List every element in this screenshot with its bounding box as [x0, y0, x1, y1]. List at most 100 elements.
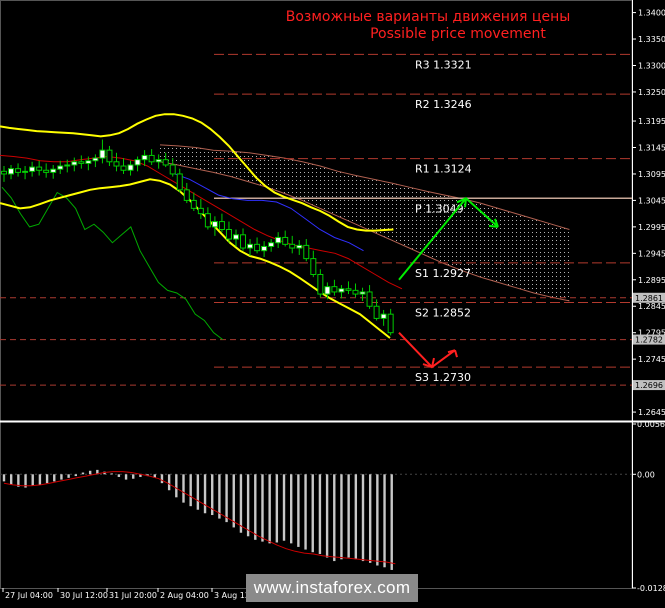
- candle-body: [190, 199, 197, 209]
- price-axis: 1.3400 1.3350 1.3300 1.3250 1.3195 1.3145 1.30…: [632, 9, 665, 593]
- histogram-bar: [189, 474, 192, 507]
- histogram-bar: [124, 474, 128, 480]
- price-tick-label: 1.2745: [638, 355, 665, 364]
- chart-svg: R3 1.3321R2 1.3246R1 1.3124P 1.3049S1 1.…: [0, 0, 665, 600]
- forecast-down-path: [398, 332, 456, 369]
- histogram-bar: [196, 474, 200, 510]
- histogram-bar: [167, 474, 171, 491]
- histogram-bar: [361, 474, 365, 562]
- candle-body: [211, 221, 218, 228]
- candle-body: [43, 169, 50, 173]
- price-tick-label: 1.2995: [638, 223, 665, 232]
- candle-body: [204, 213, 211, 228]
- histogram-bar: [132, 474, 135, 479]
- histogram-bar: [246, 474, 250, 537]
- histogram-bar: [282, 474, 286, 541]
- price-tick-label: 1.3095: [638, 170, 665, 179]
- histogram-bar: [311, 474, 314, 553]
- histogram-bar: [67, 474, 70, 478]
- candle-body: [162, 159, 169, 166]
- time-tick-label: 27 Jul 04:00: [5, 591, 53, 600]
- histogram-bar: [368, 474, 372, 563]
- candle-body: [352, 289, 359, 295]
- chart: R3 1.3321 R2 1.3246 R1 1.3124 P 1.3049 S1 1.…: [0, 0, 665, 604]
- histogram-bar: [354, 474, 358, 560]
- histogram-bar: [239, 474, 243, 533]
- price-tag-label: 1.2861: [635, 294, 663, 303]
- candle-body: [1, 170, 7, 175]
- histogram-bar: [182, 474, 185, 503]
- candle-body: [261, 245, 268, 252]
- osc-tick-label: -0.01284: [637, 584, 665, 593]
- level-label-r1: R1 1.3124: [415, 163, 472, 176]
- candle-body: [366, 291, 373, 307]
- candle-body: [78, 161, 85, 164]
- histogram-bar: [304, 474, 307, 550]
- histogram-bar: [175, 474, 178, 498]
- histogram-bar: [275, 474, 279, 543]
- candle-body: [15, 168, 22, 173]
- candle-body: [303, 244, 310, 260]
- histogram-bar: [2, 474, 6, 482]
- histogram-bar: [160, 474, 164, 484]
- time-tick-label: 2 Aug 04:00: [160, 591, 209, 600]
- histogram-bar: [110, 473, 113, 475]
- histogram-bar: [254, 474, 257, 540]
- histogram-bar: [383, 474, 386, 568]
- price-tick-label: 1.2945: [638, 249, 665, 258]
- candle-body: [289, 243, 296, 249]
- candle-body: [120, 165, 127, 171]
- candle-body: [155, 159, 162, 163]
- histogram-bar: [340, 474, 343, 560]
- histogram-bar: [218, 474, 221, 519]
- candle-body: [64, 164, 71, 167]
- candle-body: [85, 160, 92, 164]
- histogram-bar: [261, 474, 264, 542]
- candle-body: [106, 149, 113, 163]
- candle-body: [113, 161, 120, 167]
- level-label-s3: S3 1.2730: [415, 371, 471, 384]
- candle-body: [197, 207, 204, 215]
- candle-body: [29, 166, 36, 172]
- price-tick-label: 1.3045: [638, 196, 665, 205]
- candle-body: [275, 236, 282, 244]
- candle-body: [331, 286, 338, 293]
- histogram-bar: [318, 474, 322, 554]
- candle-body: [296, 244, 303, 249]
- price-tick-label: 1.3400: [638, 9, 665, 18]
- level-label-s2: S2 1.2852: [415, 307, 471, 320]
- candle-body: [148, 154, 155, 163]
- osc-tick-label: 0.00568: [637, 420, 665, 429]
- histogram-bar: [81, 472, 85, 475]
- histogram-bar: [390, 474, 393, 570]
- candle-body: [247, 243, 254, 249]
- candle-body: [317, 273, 324, 295]
- candle-body: [141, 154, 148, 161]
- price-tick-label: 1.3250: [638, 88, 665, 97]
- histogram-bar: [225, 474, 228, 523]
- histogram-bar: [31, 474, 34, 486]
- price-tick-label: 1.2845: [638, 302, 665, 311]
- time-axis: 27 Jul 04:00 30 Jul 12:00 31 Jul 20:00 2 Au…: [2, 588, 263, 600]
- candle-body: [127, 164, 134, 171]
- candle-body: [99, 149, 106, 159]
- oscillator-panel: [0, 469, 632, 570]
- candle-body: [359, 291, 366, 295]
- candle-body: [240, 234, 247, 249]
- candle-body: [92, 157, 99, 162]
- histogram-bar: [9, 474, 13, 485]
- histogram-bar: [268, 474, 271, 544]
- watermark: www.instaforex.com: [246, 574, 418, 602]
- candle-body: [268, 242, 275, 247]
- candle-body: [338, 288, 345, 293]
- histogram-bar: [74, 474, 77, 477]
- time-tick-label: 30 Jul 12:00: [60, 591, 108, 600]
- price-tick-label: 1.2645: [638, 408, 665, 417]
- histogram-bar: [45, 474, 49, 484]
- candle-body: [134, 159, 141, 166]
- candle-body: [183, 189, 190, 201]
- level-label-r3: R3 1.3321: [415, 58, 472, 71]
- histogram-bar: [232, 474, 235, 528]
- histogram-bar: [347, 474, 350, 558]
- candle-body: [22, 170, 29, 173]
